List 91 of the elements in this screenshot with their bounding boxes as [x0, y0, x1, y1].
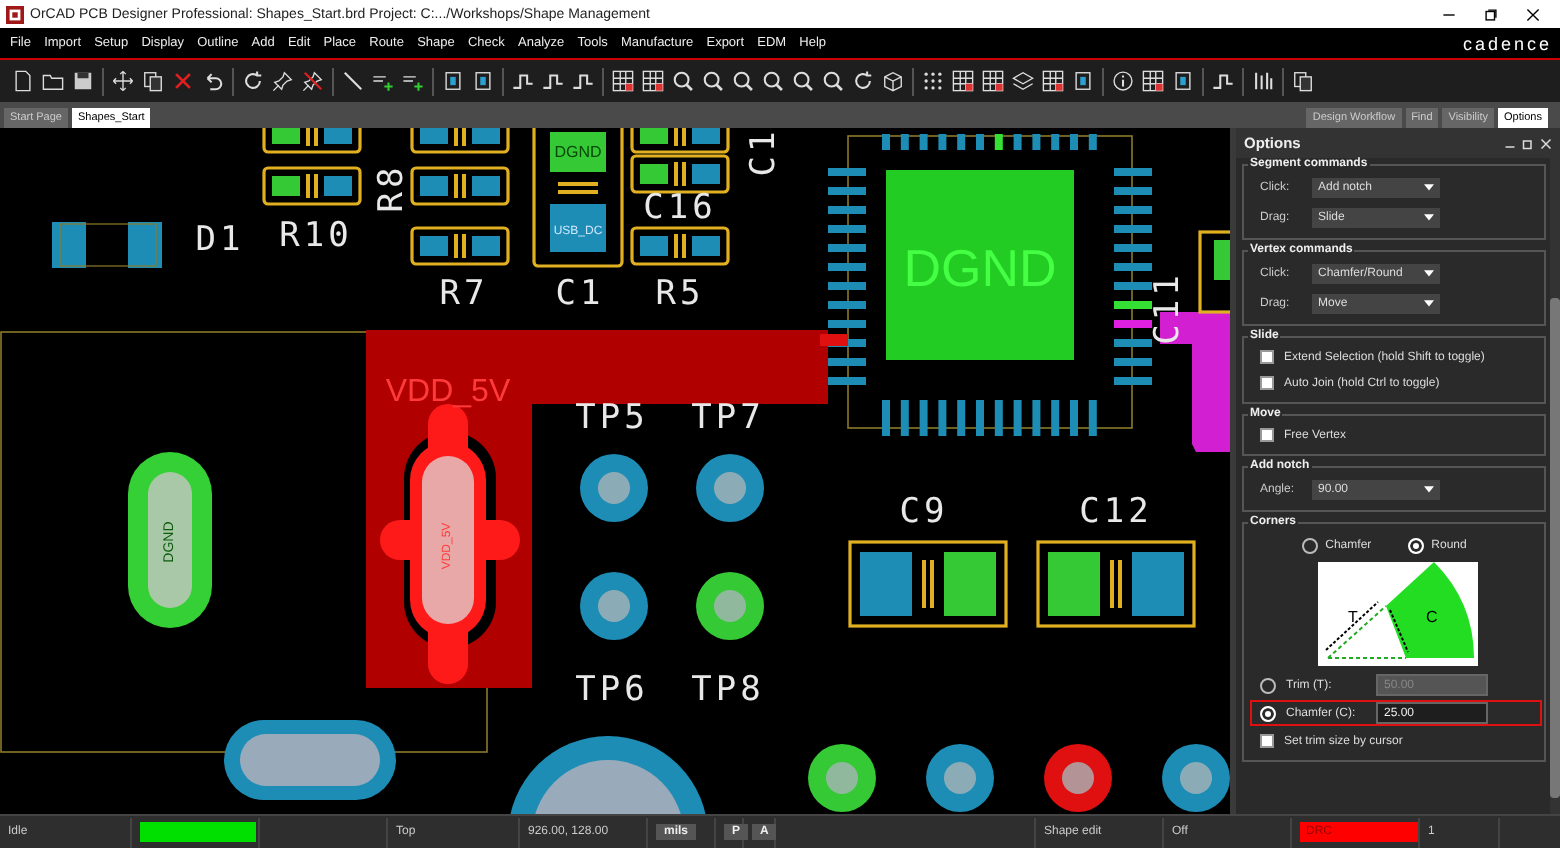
checkbox[interactable]: [1260, 734, 1274, 748]
info-icon[interactable]: [1112, 70, 1134, 92]
reference-designator: R8: [372, 163, 412, 213]
caret-icon: [1424, 213, 1434, 221]
net-label: VDD_5V: [385, 375, 511, 409]
net-label: DGND: [554, 143, 602, 161]
reference-designator: R5: [655, 274, 705, 314]
app-logo-icon: [6, 5, 24, 23]
rotate-icon[interactable]: [242, 70, 264, 92]
layers-icon[interactable]: [1012, 70, 1034, 92]
checkbox[interactable]: [1260, 428, 1274, 442]
zoom-icon[interactable]: [672, 70, 694, 92]
via-pad: [808, 744, 876, 812]
restore-icon[interactable]: [1484, 7, 1498, 21]
capacitor-footprint: [532, 128, 624, 268]
resistor-footprint: [630, 226, 730, 266]
route-icon[interactable]: [1212, 70, 1234, 92]
corner-diagram-drawing: T C: [1318, 562, 1478, 666]
grid-icon[interactable]: [1142, 70, 1164, 92]
caret-icon: [1424, 183, 1434, 191]
route-icon[interactable]: [542, 70, 564, 92]
reference-designator: C1: [555, 274, 605, 314]
reference-designator: TP5: [575, 398, 649, 438]
float-icon[interactable]: [1522, 137, 1534, 149]
reference-designator: C9: [899, 492, 949, 532]
unpin-icon[interactable]: [302, 70, 324, 92]
via-pad: [696, 572, 764, 640]
grid-icon[interactable]: [612, 70, 634, 92]
reference-designator: C12: [1079, 492, 1153, 532]
copy-icon[interactable]: [1292, 70, 1314, 92]
caret-icon: [1424, 485, 1434, 493]
resistor-footprint: [262, 128, 362, 154]
scrollbar-thumb[interactable]: [1550, 298, 1560, 798]
reference-designator: TP7: [691, 398, 765, 438]
route-icon[interactable]: [572, 70, 594, 92]
route-icon[interactable]: [512, 70, 534, 92]
new-file-icon[interactable]: [12, 70, 34, 92]
resistor-footprint: [410, 128, 510, 154]
add-text-icon[interactable]: [372, 70, 394, 92]
grid-icon[interactable]: [1042, 70, 1064, 92]
dot-grid-icon[interactable]: [922, 70, 944, 92]
component-icon[interactable]: [1072, 70, 1094, 92]
save-icon[interactable]: [72, 70, 94, 92]
reference-designator: TP6: [575, 670, 649, 710]
reference-designator: C1: [744, 128, 784, 177]
delete-icon[interactable]: [172, 70, 194, 92]
caret-icon: [1424, 299, 1434, 307]
radio-button[interactable]: [1301, 537, 1318, 553]
reference-designator: R10: [279, 216, 353, 256]
component-icon[interactable]: [472, 70, 494, 92]
close-icon[interactable]: [1526, 7, 1540, 21]
open-folder-icon[interactable]: [42, 70, 64, 92]
zoom-icon[interactable]: [822, 70, 844, 92]
checkbox[interactable]: [1260, 350, 1274, 364]
line-icon[interactable]: [342, 70, 364, 92]
reference-designator: C16: [643, 188, 717, 228]
component-icon[interactable]: [1172, 70, 1194, 92]
via-pad: [1044, 744, 1112, 812]
copy-icon[interactable]: [142, 70, 164, 92]
grid-icon[interactable]: [982, 70, 1004, 92]
bars-icon[interactable]: [1252, 70, 1274, 92]
via-pad: [1162, 744, 1230, 812]
zoom-icon[interactable]: [702, 70, 724, 92]
move-icon[interactable]: [112, 70, 134, 92]
reference-designator: C11: [1148, 271, 1188, 345]
zoom-icon[interactable]: [792, 70, 814, 92]
add-text-icon[interactable]: [402, 70, 424, 92]
reference-designator: TP8: [691, 670, 765, 710]
resistor-footprint: [262, 166, 362, 206]
via-pad: [696, 454, 764, 522]
undo-icon[interactable]: [202, 70, 224, 92]
component-icon[interactable]: [442, 70, 464, 92]
checkbox[interactable]: [1260, 376, 1274, 390]
via-pad: [926, 744, 994, 812]
3d-view-icon[interactable]: [882, 70, 904, 92]
via-pad: [580, 572, 648, 640]
zoom-icon[interactable]: [762, 70, 784, 92]
zoom-icon[interactable]: [732, 70, 754, 92]
caret-icon: [1424, 269, 1434, 277]
resistor-footprint: [410, 226, 510, 266]
pin-icon[interactable]: [272, 70, 294, 92]
brand-logo: cadence: [1462, 33, 1554, 53]
grid-icon[interactable]: [642, 70, 664, 92]
via-pad: [580, 454, 648, 522]
resistor-footprint: [410, 166, 510, 206]
reference-designator: R7: [439, 274, 489, 314]
reference-designator: D1: [195, 220, 245, 260]
grid-icon[interactable]: [952, 70, 974, 92]
diode-footprint: [52, 222, 162, 268]
capacitor-footprint: [1198, 230, 1230, 314]
rotate-icon[interactable]: [852, 70, 874, 92]
